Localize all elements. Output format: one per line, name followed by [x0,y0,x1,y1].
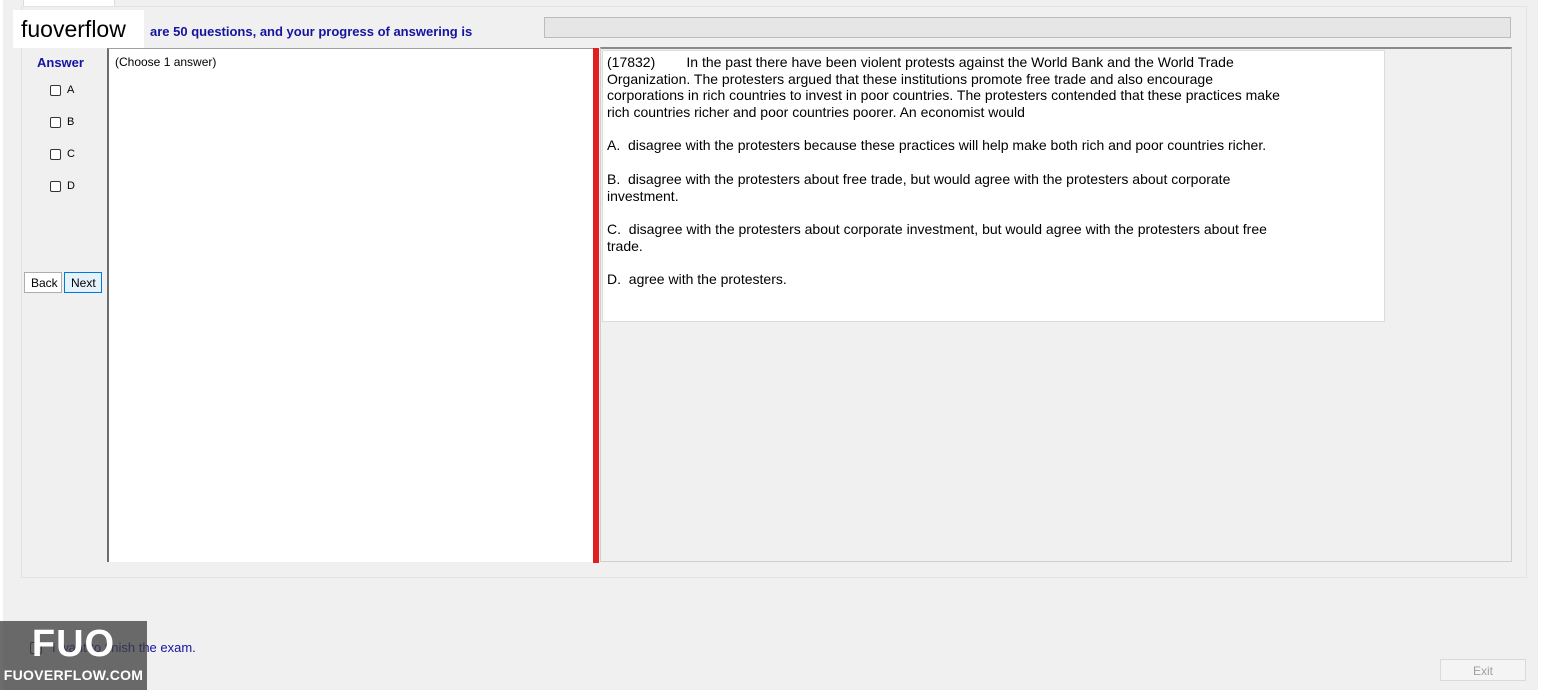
progress-bar [544,17,1511,38]
answer-option-label: D [67,180,75,192]
answer-option-label: C [67,148,75,160]
answer-option-b[interactable]: B [50,115,74,129]
fuoverflow-logo: fuoverflow [13,10,144,48]
question-option-c: C. disagree with the protesters about co… [607,221,1380,254]
question-option-line: D. agree with the protesters. [607,271,787,288]
question-option-line: trade. [607,237,643,254]
answer-option-label: B [67,116,75,128]
exam-window: fuoverflow are 50 questions, and your pr… [3,0,1538,690]
watermark-url-text: FUOVERFLOW.COM [3,667,144,683]
answer-checkbox-d[interactable] [50,180,61,192]
question-option-a: A. disagree with the protesters because … [607,137,1380,154]
answer-checkbox-b[interactable] [50,116,61,128]
question-option-line: C. disagree with the protesters about co… [607,221,1267,238]
question-stem-line: rich countries richer and poor countries… [607,103,1025,120]
question-stem-line: corporations in rich countries to invest… [607,87,1280,104]
exit-button[interactable]: Exit [1440,659,1526,681]
question-text-box: (17832) In the past there have been viol… [602,50,1385,322]
panel-splitter[interactable] [593,48,599,563]
back-button[interactable]: Back [24,272,62,293]
answer-option-label: A [67,84,75,96]
progress-text: are 50 questions, and your progress of a… [150,24,473,39]
answer-label: Answer [37,55,84,70]
choose-panel: (Choose 1 answer) [107,48,594,562]
question-option-line: A. disagree with the protesters because … [607,137,1267,154]
answer-option-a[interactable]: A [50,83,74,97]
choose-instruction: (Choose 1 answer) [115,55,217,69]
question-stem: (17832) In the past there have been viol… [607,54,1380,120]
answer-option-c[interactable]: C [50,147,75,161]
question-area: (17832) In the past there have been viol… [600,47,1512,562]
question-stem-line: Organization. The protesters argued that… [607,70,1213,87]
question-option-d: D. agree with the protesters. [607,271,1380,288]
answer-checkbox-a[interactable] [50,84,61,96]
answer-checkbox-c[interactable] [50,148,61,160]
question-stem-line: (17832) In the past there have been viol… [607,54,1234,70]
question-option-b: B. disagree with the protesters about fr… [607,171,1380,204]
fuoverflow-watermark: FUO FUOVERFLOW.COM [0,621,147,690]
next-button[interactable]: Next [64,272,102,293]
question-option-line: B. disagree with the protesters about fr… [607,170,1231,187]
question-option-line: investment. [607,187,679,204]
answer-option-d[interactable]: D [50,179,75,193]
watermark-logo-text: FUO [31,623,116,665]
